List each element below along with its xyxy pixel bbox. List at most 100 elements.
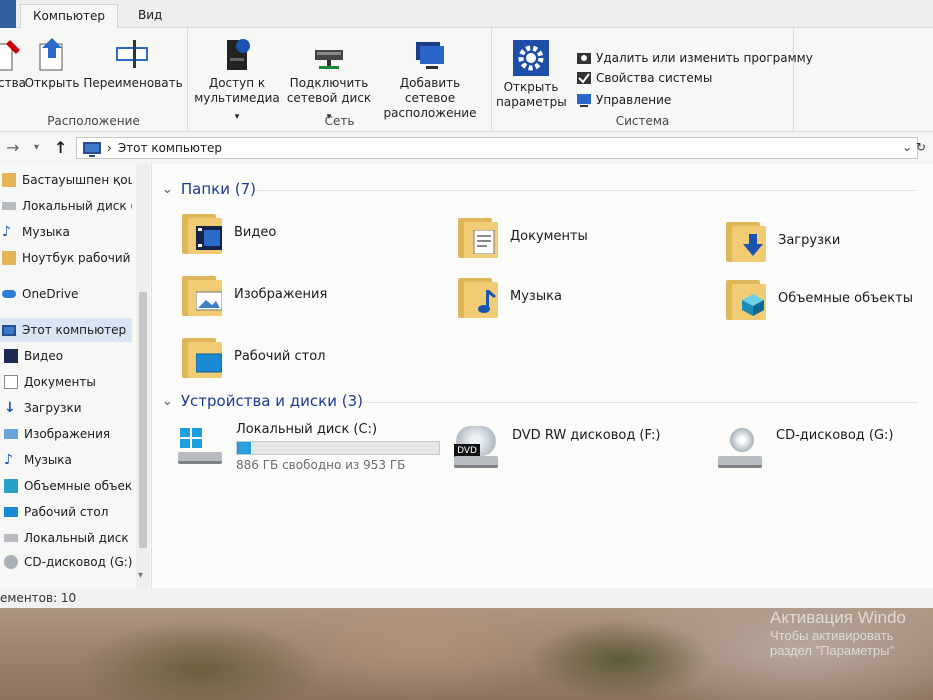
tab-computer[interactable]: Компьютер [20, 4, 118, 28]
nav-item[interactable]: Рабочий стол [0, 500, 132, 524]
nav-item-onedrive[interactable]: OneDrive [0, 282, 132, 306]
group-system-label: Система [615, 114, 670, 128]
nav-item[interactable]: Объемные объект [0, 474, 132, 498]
folders-section-header[interactable]: ⌄ Папки (7) [162, 180, 256, 198]
pictures-icon [4, 429, 18, 439]
add-network-location-button[interactable]: Добавить сетевое расположение [376, 36, 484, 121]
nav-item[interactable]: Ноутбук рабочий [0, 246, 132, 270]
content-pane: ⌄ Папки (7) Видео Документы Загрузки Изо… [152, 164, 933, 588]
folder-label: Музыка [510, 288, 562, 304]
activation-line-1: Чтобы активировать [770, 628, 894, 643]
folder-label: Документы [510, 228, 588, 244]
folder-3d-objects[interactable]: Объемные объекты [726, 276, 913, 320]
folder-label: Рабочий стол [234, 348, 326, 364]
section-divider [256, 190, 916, 191]
up-arrow-icon[interactable]: ↑ [54, 138, 67, 157]
nav-item-label: Локальный диск (C [22, 199, 132, 213]
nav-item-label: Музыка [22, 225, 70, 239]
documents-folder-icon [458, 214, 498, 258]
documents-icon [4, 375, 18, 389]
address-bar[interactable]: › Этот компьютер [76, 137, 918, 159]
file-menu-button[interactable] [0, 0, 16, 28]
forward-arrow-icon[interactable]: → [6, 138, 19, 157]
nav-item[interactable]: Локальный диск (C [0, 194, 132, 218]
desktop-icon [4, 507, 18, 517]
drive-label: Локальный диск (C:) [236, 422, 378, 437]
navigation-pane: Бастауышпен қош Локальный диск (C ♪ Музык… [0, 164, 152, 588]
uninstall-label: Удалить или изменить программу [596, 51, 813, 65]
folder-video[interactable]: Видео [182, 210, 276, 254]
drive-label: CD-дисковод (G:) [776, 428, 894, 443]
nav-item[interactable]: Локальный диск ( [0, 526, 132, 550]
scroll-down-icon[interactable]: ▾ [138, 570, 143, 581]
cd-drive-icon [4, 555, 18, 569]
uninstall-icon [576, 50, 592, 66]
drive-dvd-f[interactable]: DVD DVD RW дисковод (F:) [452, 426, 660, 470]
devices-section-header[interactable]: ⌄ Устройства и диски (3) [162, 392, 363, 410]
folder-label: Изображения [234, 286, 328, 302]
open-icon [34, 36, 70, 72]
dvd-drive-icon: DVD [452, 426, 502, 470]
breadcrumb[interactable]: Этот компьютер [118, 141, 222, 155]
media-server-icon [219, 36, 255, 72]
folder-documents[interactable]: Документы [458, 214, 588, 258]
nav-item[interactable]: ↓ Загрузки [0, 396, 132, 420]
open-button[interactable]: Открыть [24, 36, 80, 91]
rename-button[interactable]: Переименовать [82, 36, 184, 91]
address-row: → ▾ ↑ › Этот компьютер ⌄ ↻ [0, 134, 933, 162]
system-properties-button[interactable]: Свойства системы [576, 70, 712, 86]
nav-item[interactable]: Бастауышпен қош [0, 168, 132, 192]
drive-icon [2, 202, 16, 210]
rename-label: Переименовать [83, 76, 183, 90]
address-dropdown-icon[interactable]: ⌄ ↻ [902, 140, 926, 154]
recent-chevron-icon[interactable]: ▾ [34, 142, 39, 153]
status-bar: ементов: 10 [0, 588, 933, 608]
open-settings-button[interactable]: Открыть параметры [496, 40, 567, 110]
drive-icon [4, 534, 18, 542]
nav-item-label: Изображения [24, 427, 111, 441]
downloads-folder-icon [726, 218, 766, 262]
scrollbar-thumb[interactable] [139, 292, 147, 548]
drive-usage-fill [237, 442, 252, 454]
add-location-label-1: Добавить сетевое [399, 76, 461, 105]
map-network-drive-button[interactable]: Подключить сетевой диск ▾ [286, 36, 372, 125]
item-count: ементов: 10 [0, 591, 77, 605]
drive-usage-bar [236, 441, 440, 455]
computer-icon [83, 142, 101, 157]
properties-button[interactable]: Свойства [0, 36, 26, 91]
nav-item-label: CD-дисковод (G:) [24, 555, 132, 569]
folder-pictures[interactable]: Изображения [182, 272, 327, 316]
manage-button[interactable]: Управление [576, 92, 671, 108]
media-access-label-2: мультимедиа [194, 91, 280, 105]
nav-item-label: Бастауышпен қош [22, 173, 132, 187]
nav-item[interactable]: CD-дисковод (G:) [0, 550, 132, 574]
nav-item[interactable]: Изображения [0, 422, 132, 446]
ribbon-group-network: Доступ к мультимедиа ▾ Подключить сетево… [188, 28, 492, 132]
drive-cd-g[interactable]: CD-дисковод (G:) [716, 426, 894, 470]
video-icon [4, 349, 18, 363]
nav-item[interactable]: Документы [0, 370, 132, 394]
open-settings-label-1: Открыть [503, 80, 559, 94]
folder-desktop[interactable]: Рабочий стол [182, 334, 325, 378]
gear-icon [513, 40, 549, 76]
uninstall-program-button[interactable]: Удалить или изменить программу [576, 50, 813, 66]
nav-item[interactable]: ♪ Музыка [0, 448, 132, 472]
manage-label: Управление [596, 93, 672, 107]
windows-drive-icon [176, 422, 226, 466]
nav-item[interactable]: ♪ Музыка [0, 220, 132, 244]
downloads-icon: ↓ [4, 400, 16, 416]
nav-item-label: Загрузки [24, 401, 82, 415]
nav-item[interactable]: Видео [0, 344, 132, 368]
tab-view[interactable]: Вид [128, 4, 172, 28]
nav-item-this-pc[interactable]: Этот компьютер [0, 318, 132, 342]
ribbon-group-location: Свойства Открыть Переименовать Расположе… [0, 28, 188, 132]
nav-item-label: Локальный диск ( [24, 531, 132, 545]
folder-downloads[interactable]: Загрузки [726, 218, 840, 262]
folder-music[interactable]: Музыка [458, 274, 562, 318]
folder-icon [2, 251, 16, 265]
media-access-button[interactable]: Доступ к мультимедиа ▾ [194, 36, 280, 125]
checkmark-icon [576, 70, 592, 86]
group-network-label: Сеть [324, 114, 355, 128]
nav-scrollbar[interactable]: ▾ [136, 164, 150, 588]
drive-local-c[interactable]: Локальный диск (C:) 886 ГБ свободно из 9… [176, 422, 440, 472]
